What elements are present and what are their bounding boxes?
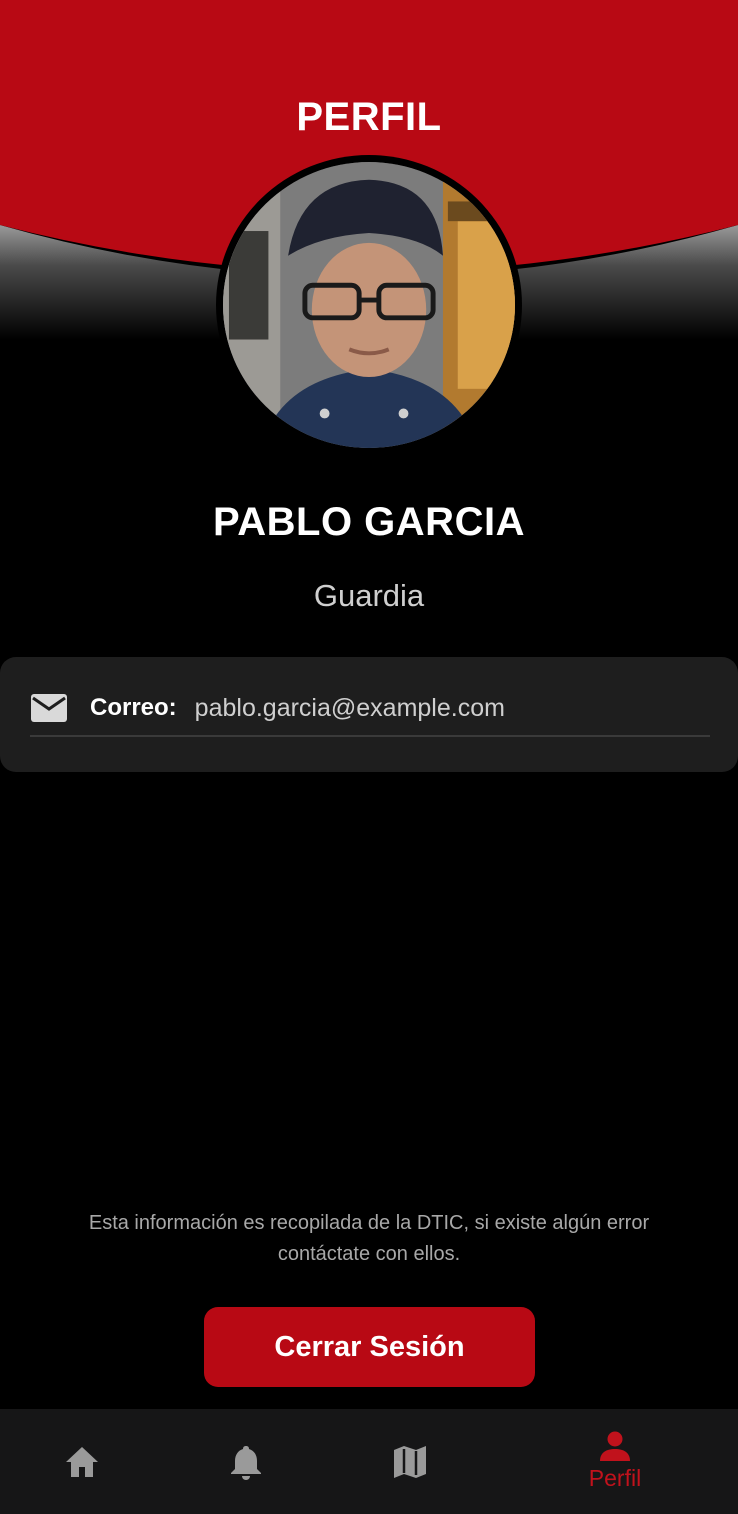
page-title: PERFIL (296, 95, 442, 139)
home-icon (66, 1446, 98, 1477)
nav-item-map[interactable] (370, 1409, 450, 1514)
divider (30, 735, 710, 737)
nav-item-notifications[interactable] (206, 1409, 286, 1514)
nav-label-profile: Perfil (588, 1465, 642, 1491)
email-value: pablo.garcia@example.com (194, 693, 505, 722)
bottom-nav: Perfil (0, 1409, 738, 1514)
avatar-photo (223, 162, 515, 448)
info-card: Correo: pablo.garcia@example.com (0, 657, 738, 772)
person-icon (600, 1431, 630, 1461)
logout-button[interactable]: Cerrar Sesión (204, 1307, 535, 1387)
profile-screen: PERFIL PABLO GARCIA Guardia Correo: pabl… (0, 0, 738, 1514)
disclaimer-text: Esta información es recopilada de la DTI… (88, 1212, 650, 1265)
map-icon (394, 1445, 426, 1478)
nav-item-home[interactable] (42, 1409, 122, 1514)
bell-icon (231, 1445, 261, 1480)
email-row: Correo: pablo.garcia@example.com (30, 679, 710, 737)
nav-item-profile[interactable]: Perfil (565, 1409, 665, 1514)
avatar (216, 155, 522, 455)
user-role: Guardia (313, 578, 425, 613)
mail-icon (31, 694, 67, 722)
user-name: PABLO GARCIA (213, 500, 525, 544)
email-label: Correo: (90, 694, 177, 721)
